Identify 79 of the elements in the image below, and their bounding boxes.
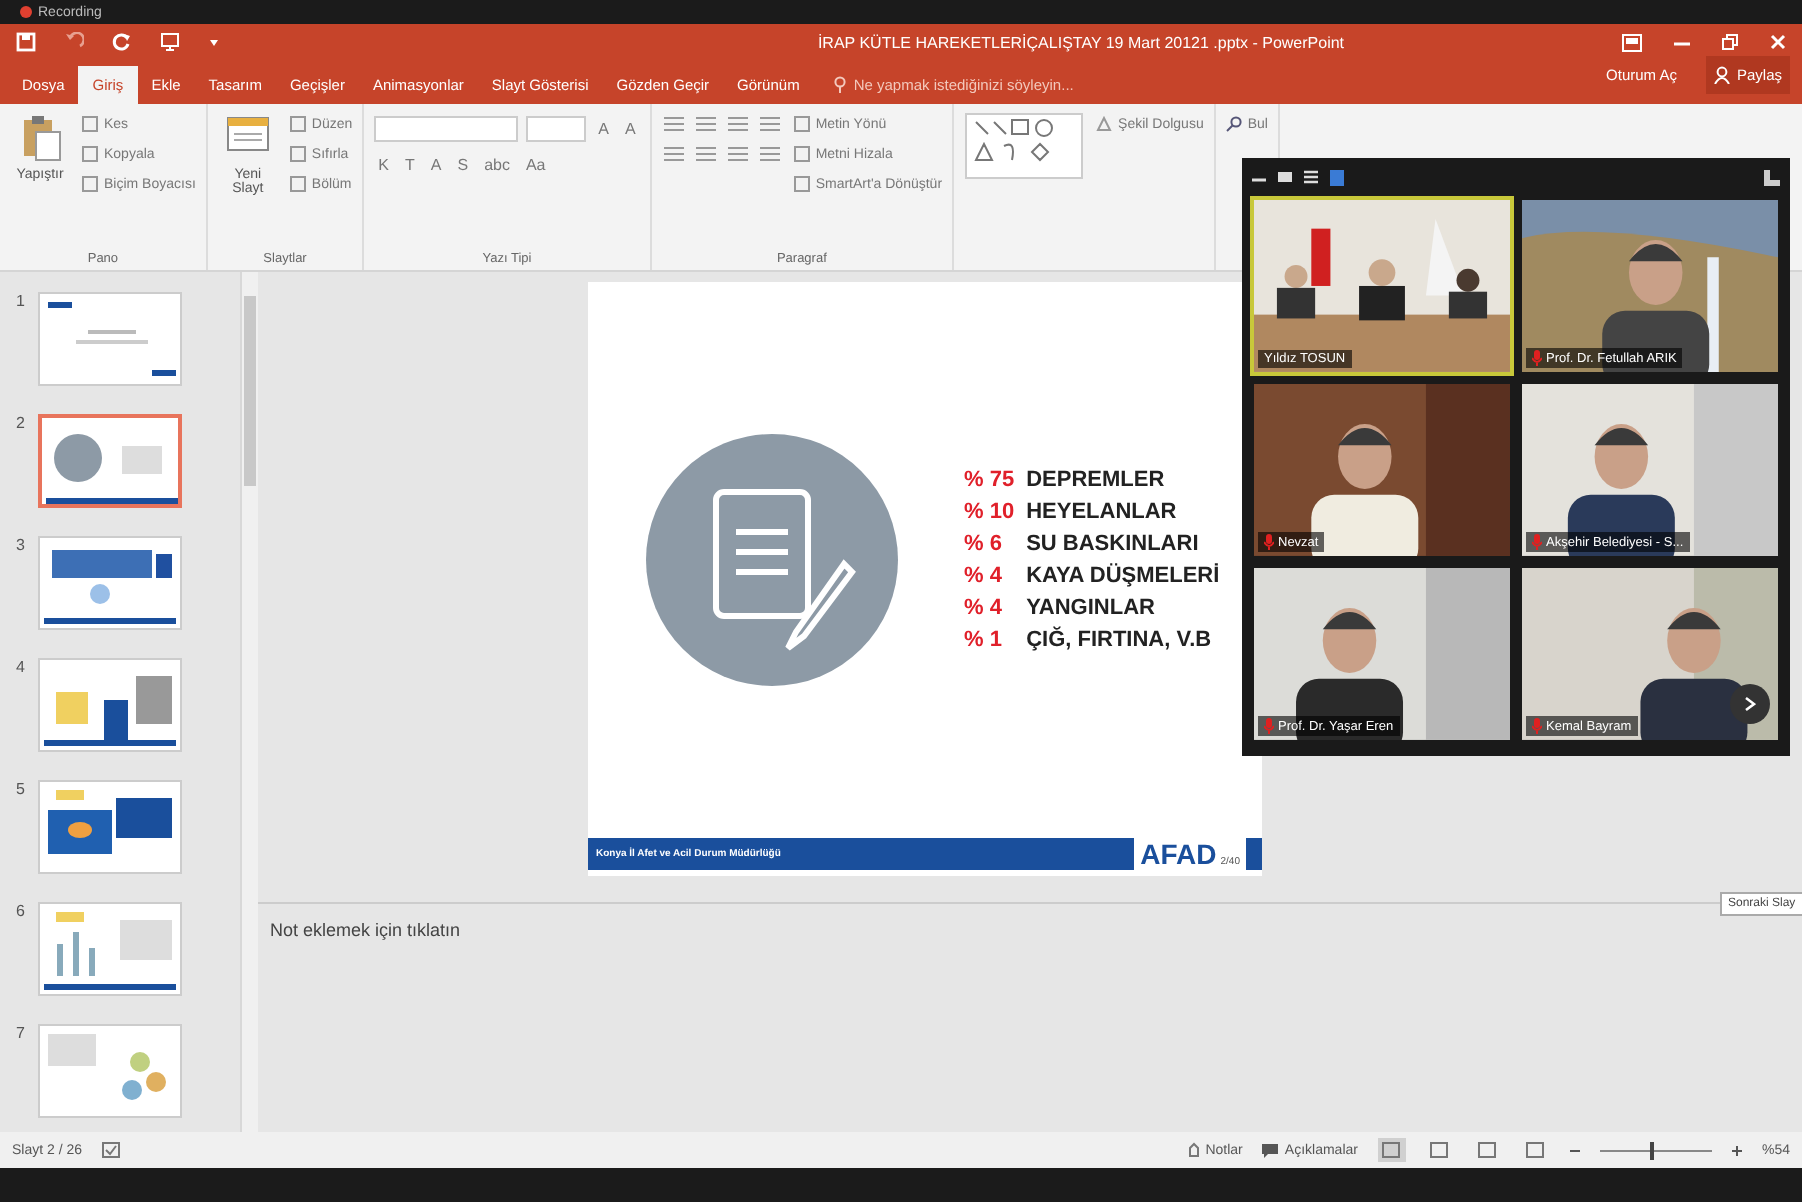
format-button[interactable]: A bbox=[426, 156, 446, 174]
shrink-font-button[interactable]: A bbox=[620, 120, 640, 138]
zoom-out-icon[interactable] bbox=[1569, 1145, 1580, 1155]
format-button[interactable]: T bbox=[400, 156, 419, 174]
zoom-slider-thumb[interactable] bbox=[1650, 1141, 1655, 1159]
lightbulb-icon bbox=[833, 76, 846, 94]
window-icon[interactable] bbox=[1278, 170, 1292, 185]
paragraph-format-icon[interactable] bbox=[725, 146, 750, 162]
slide-thumbnail[interactable] bbox=[38, 1024, 182, 1118]
slide-number: 7 bbox=[16, 1024, 27, 1042]
chevron-right-icon bbox=[1744, 696, 1756, 712]
document-edit-icon bbox=[644, 432, 900, 688]
grow-font-button[interactable]: A bbox=[594, 120, 613, 138]
paragraph-format-icon[interactable] bbox=[757, 116, 782, 132]
view-button[interactable] bbox=[1425, 1138, 1454, 1162]
person-icon bbox=[1714, 66, 1731, 84]
slide-number: 2 bbox=[16, 414, 27, 432]
hazard-label: HEYELANLAR bbox=[1026, 498, 1179, 528]
paragraph-format-icon[interactable] bbox=[661, 146, 686, 162]
slide-number: 4 bbox=[16, 658, 27, 676]
slide-number: 1 bbox=[16, 292, 27, 310]
percent-value: % 4 bbox=[964, 562, 1004, 592]
slide-sorter-icon bbox=[1430, 1142, 1449, 1158]
slide-number: 5 bbox=[16, 780, 27, 798]
percent-value: % 75 bbox=[964, 466, 1015, 496]
hazard-label: SU BASKINLARI bbox=[1026, 530, 1201, 560]
hazard-label: DEPREMLER bbox=[1026, 466, 1167, 496]
font-name-field[interactable] bbox=[374, 116, 519, 142]
paragraph-format-icon[interactable] bbox=[693, 146, 718, 162]
hazard-label: KAYA DÜŞMELERİ bbox=[1026, 561, 1220, 592]
layout-icon[interactable] bbox=[1304, 170, 1318, 185]
presentation-icon[interactable] bbox=[160, 32, 180, 52]
format-button[interactable]: Aa bbox=[521, 156, 550, 174]
view-button[interactable] bbox=[1521, 1138, 1550, 1162]
font-size-field[interactable] bbox=[526, 116, 587, 142]
window-title: İRAP KÜTLE HAREKETLERİÇALIŞTAY 19 Mart 20121 .pptx - PowerPoint bbox=[815, 33, 1347, 51]
logo-text: AFAD bbox=[1140, 838, 1217, 870]
fill-icon bbox=[1096, 116, 1113, 132]
spelling-check-icon[interactable] bbox=[102, 1142, 121, 1158]
comment-icon bbox=[1262, 1143, 1279, 1157]
percent-value: % 4 bbox=[964, 594, 1004, 624]
search-icon bbox=[1225, 116, 1242, 132]
format-button[interactable]: abc bbox=[480, 156, 514, 174]
format-button[interactable]: S bbox=[453, 156, 473, 174]
redo-icon[interactable] bbox=[112, 32, 132, 52]
percent-value: % 6 bbox=[964, 530, 1004, 560]
slide-number: 6 bbox=[16, 902, 27, 920]
hazard-label: YANGINLAR bbox=[1026, 594, 1157, 624]
save-icon[interactable] bbox=[16, 32, 36, 52]
slide-thumbnail[interactable] bbox=[38, 658, 182, 752]
slide-thumbnail[interactable] bbox=[38, 292, 182, 386]
paragraph-format-icon[interactable] bbox=[725, 116, 750, 132]
view-button[interactable] bbox=[1377, 1138, 1406, 1162]
dropdown-caret-icon[interactable] bbox=[208, 36, 220, 48]
view-button[interactable] bbox=[1473, 1138, 1502, 1162]
gallery-view-icon[interactable] bbox=[1330, 169, 1344, 186]
restore-icon[interactable] bbox=[1722, 34, 1738, 50]
percent-value: % 10 bbox=[964, 498, 1015, 528]
ribbon-options-icon[interactable] bbox=[1622, 33, 1642, 51]
scrollbar-thumb[interactable] bbox=[244, 296, 256, 486]
slide-thumbnail[interactable] bbox=[38, 902, 182, 996]
notes-icon bbox=[1187, 1142, 1200, 1158]
slide-number: 3 bbox=[16, 536, 27, 554]
paragraph-format-icon[interactable] bbox=[693, 116, 718, 132]
reading-view-icon bbox=[1478, 1142, 1497, 1158]
normal-view-icon bbox=[1382, 1142, 1401, 1158]
zoom-in-icon[interactable] bbox=[1731, 1145, 1742, 1155]
slideshow-icon bbox=[1526, 1142, 1545, 1158]
slide-thumbnail[interactable] bbox=[38, 536, 182, 630]
slide-thumbnail[interactable] bbox=[38, 414, 182, 508]
shapes-gallery-icon[interactable] bbox=[964, 112, 1085, 180]
close-icon[interactable] bbox=[1770, 34, 1786, 50]
paragraph-format-icon[interactable] bbox=[757, 146, 782, 162]
format-button[interactable]: K bbox=[374, 156, 393, 174]
hazard-label: ÇIĞ, FIRTINA, V.B bbox=[1026, 624, 1214, 656]
recording-dot-icon bbox=[20, 6, 32, 18]
percent-value: % 1 bbox=[964, 626, 1004, 656]
slide-thumbnail[interactable] bbox=[38, 780, 182, 874]
paragraph-format-icon[interactable] bbox=[661, 116, 686, 132]
